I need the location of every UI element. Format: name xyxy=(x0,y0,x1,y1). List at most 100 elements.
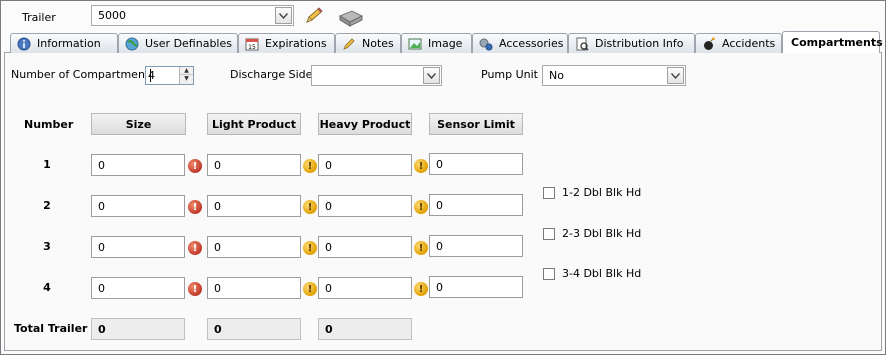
warning-icon: ! xyxy=(303,159,317,173)
heavy-product-value: 0 xyxy=(325,282,332,295)
globe-icon xyxy=(125,37,139,51)
bulkhead-2-3-checkbox[interactable]: 2-3 Dbl Blk Hd xyxy=(543,227,641,240)
chevron-down-icon[interactable] xyxy=(423,67,440,84)
checkbox-box[interactable] xyxy=(543,267,555,280)
stepper-buttons: ▲ ▼ xyxy=(179,67,193,84)
total-light-product-field: 0 xyxy=(207,318,301,340)
tab-notes[interactable]: Notes xyxy=(335,33,401,53)
discharge-side-select[interactable] xyxy=(311,65,442,86)
heavy-product-input[interactable]: 0 xyxy=(318,154,412,176)
tab-expirations[interactable]: 15 Expirations xyxy=(238,33,335,53)
bulkhead-3-4-label: 3-4 Dbl Blk Hd xyxy=(562,267,642,280)
tab-distribution-info[interactable]: Distribution Info xyxy=(568,33,695,53)
warning-icon: ! xyxy=(414,241,428,255)
warning-icon: ! xyxy=(303,241,317,255)
num-compartments-stepper[interactable]: 4 ▲ ▼ xyxy=(145,66,194,85)
light-product-value: 0 xyxy=(214,241,221,254)
tab-accidents[interactable]: Accidents xyxy=(695,33,782,53)
heavy-product-input[interactable]: 0 xyxy=(318,195,412,217)
warning-icon: ! xyxy=(303,282,317,296)
tab-user-definables[interactable]: User Definables xyxy=(118,33,238,53)
bulkhead-3-4-checkbox[interactable]: 3-4 Dbl Blk Hd xyxy=(543,267,641,280)
image-icon xyxy=(408,37,422,51)
size-column-header[interactable]: Size xyxy=(91,113,186,135)
total-heavy-product-field: 0 xyxy=(318,318,412,340)
trailer-select[interactable]: 5000 xyxy=(91,5,294,26)
heavy-product-input[interactable]: 0 xyxy=(318,277,412,299)
pump-unit-label: Pump Unit xyxy=(481,68,538,81)
chevron-down-icon[interactable] xyxy=(667,67,684,84)
checkbox-box[interactable] xyxy=(543,227,555,240)
tab-compartments-label: Compartments xyxy=(791,36,883,49)
wrench-icon xyxy=(479,37,493,51)
error-icon: ! xyxy=(188,200,202,214)
tab-distribution-info-label: Distribution Info xyxy=(595,37,684,50)
tab-accessories[interactable]: Accessories xyxy=(472,33,568,53)
trailer-value: 5000 xyxy=(98,9,126,22)
num-compartments-value: 4 xyxy=(148,69,155,82)
heavy-product-column-header[interactable]: Heavy Product xyxy=(318,113,412,135)
book-icon[interactable] xyxy=(338,8,364,28)
size-input[interactable]: 0 xyxy=(91,195,185,217)
report-icon xyxy=(575,37,589,51)
row-number: 4 xyxy=(43,281,51,294)
heavy-product-input[interactable]: 0 xyxy=(318,236,412,258)
tab-image-label: Image xyxy=(428,37,463,50)
light-product-value: 0 xyxy=(214,200,221,213)
tab-information-label: Information xyxy=(37,37,101,50)
light-product-input[interactable]: 0 xyxy=(207,277,301,299)
size-input[interactable]: 0 xyxy=(91,236,185,258)
error-icon: ! xyxy=(188,159,202,173)
edit-pencil-icon[interactable] xyxy=(304,7,324,25)
light-product-input[interactable]: 0 xyxy=(207,154,301,176)
light-product-input[interactable]: 0 xyxy=(207,236,301,258)
light-product-column-header[interactable]: Light Product xyxy=(207,113,301,135)
size-value: 0 xyxy=(98,159,105,172)
sensor-limit-input[interactable]: 0 xyxy=(429,276,523,298)
trailer-label: Trailer xyxy=(22,11,56,24)
checkbox-box[interactable] xyxy=(543,186,555,199)
stepper-down-icon[interactable]: ▼ xyxy=(180,75,193,83)
bulkhead-1-2-label: 1-2 Dbl Blk Hd xyxy=(562,186,642,199)
row-number: 2 xyxy=(43,199,51,212)
bomb-icon xyxy=(702,37,716,51)
error-icon: ! xyxy=(188,282,202,296)
sensor-limit-input[interactable]: 0 xyxy=(429,153,523,175)
warning-icon: ! xyxy=(414,200,428,214)
total-heavy-product-value: 0 xyxy=(325,323,333,336)
sensor-limit-value: 0 xyxy=(436,240,443,253)
tab-accidents-label: Accidents xyxy=(722,37,776,50)
number-header: Number xyxy=(24,118,74,131)
num-compartments-label: Number of Compartments xyxy=(11,68,155,81)
heavy-product-value: 0 xyxy=(325,241,332,254)
stepper-up-icon[interactable]: ▲ xyxy=(180,67,193,75)
size-value: 0 xyxy=(98,241,105,254)
error-icon: ! xyxy=(188,241,202,255)
row-number: 3 xyxy=(43,240,51,253)
calendar-icon: 15 xyxy=(245,37,259,51)
tab-image[interactable]: Image xyxy=(401,33,472,53)
tab-information[interactable]: Information xyxy=(10,33,118,53)
total-light-product-value: 0 xyxy=(214,323,222,336)
tab-user-definables-label: User Definables xyxy=(145,37,232,50)
bulkhead-1-2-checkbox[interactable]: 1-2 Dbl Blk Hd xyxy=(543,186,641,199)
warning-icon: ! xyxy=(414,282,428,296)
sensor-limit-input[interactable]: 0 xyxy=(429,235,523,257)
total-trailer-label: Total Trailer xyxy=(14,322,88,335)
tab-strip: Information User Definables 15 Expiratio… xyxy=(4,31,883,53)
warning-icon: ! xyxy=(303,200,317,214)
light-product-input[interactable]: 0 xyxy=(207,195,301,217)
discharge-side-label: Discharge Side xyxy=(230,68,313,81)
size-input[interactable]: 0 xyxy=(91,154,185,176)
tab-accessories-label: Accessories xyxy=(499,37,564,50)
light-product-value: 0 xyxy=(214,159,221,172)
size-value: 0 xyxy=(98,282,105,295)
sensor-limit-input[interactable]: 0 xyxy=(429,194,523,216)
size-input[interactable]: 0 xyxy=(91,277,185,299)
total-size-field: 0 xyxy=(91,318,185,340)
tab-notes-label: Notes xyxy=(362,37,394,50)
sensor-limit-column-header[interactable]: Sensor Limit xyxy=(429,113,523,135)
pump-unit-select[interactable]: No xyxy=(542,65,686,86)
tab-compartments[interactable]: Compartments xyxy=(782,31,883,53)
chevron-down-icon[interactable] xyxy=(275,7,292,24)
